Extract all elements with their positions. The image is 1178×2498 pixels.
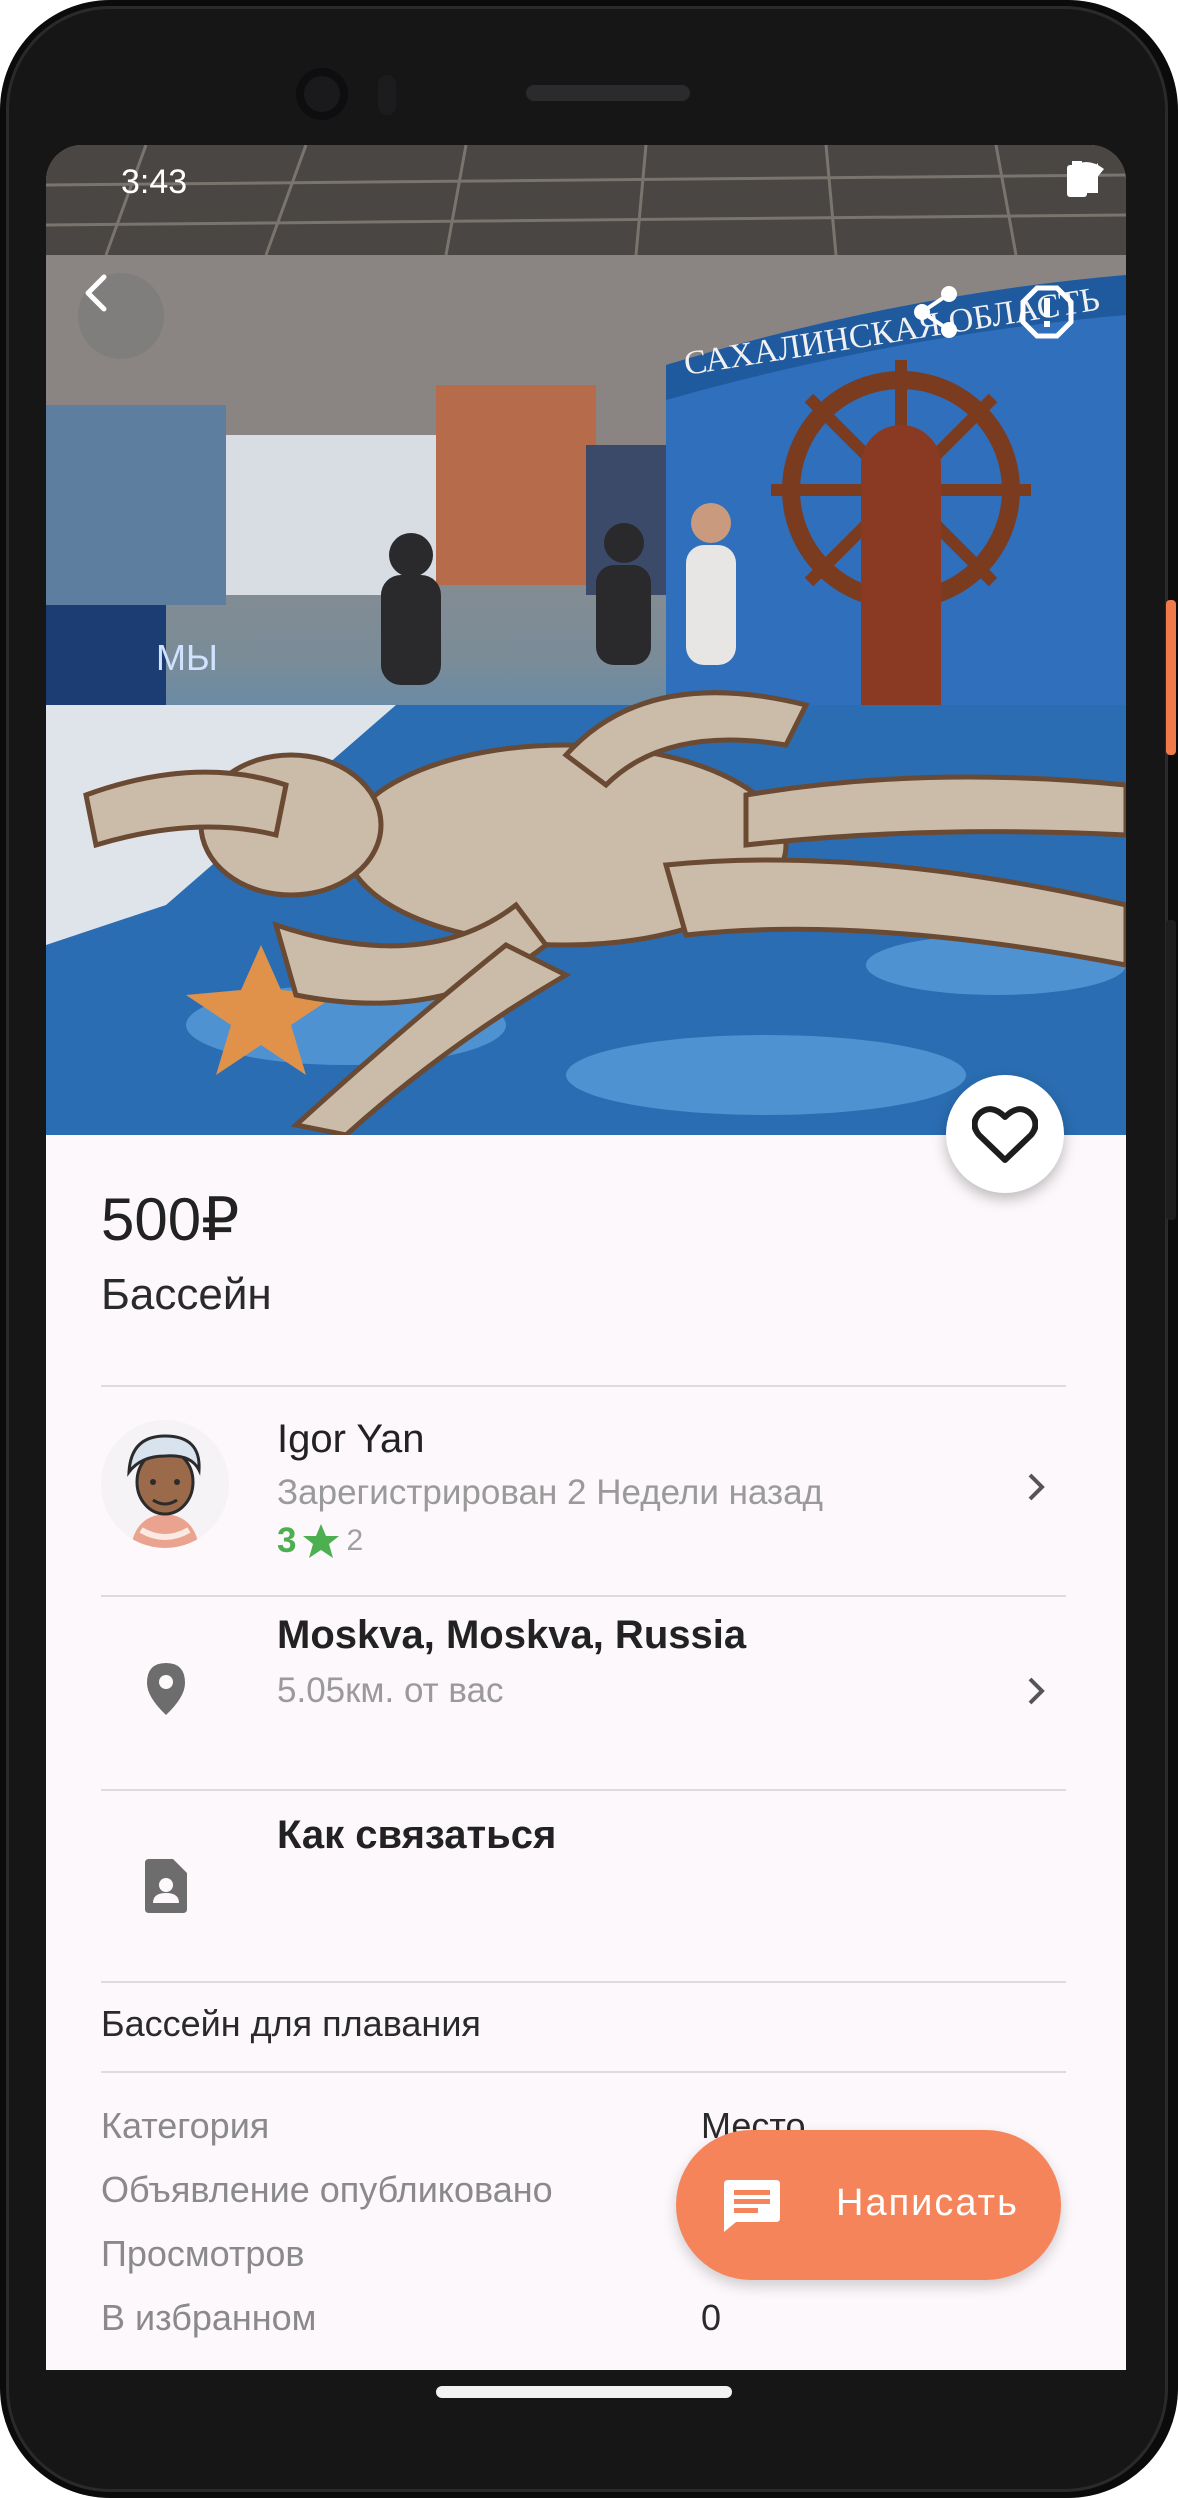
contact-label: Как связаться: [277, 1813, 557, 1857]
back-button[interactable]: [78, 273, 164, 359]
property-name: Объявление опубликовано: [101, 2169, 553, 2210]
status-bar: 3:43: [46, 145, 1126, 215]
volume-button: [1166, 920, 1176, 1220]
seller-row[interactable]: Igor Yan Зарегистрирован 2 Недели назад …: [101, 1385, 1066, 1595]
seller-name: Igor Yan: [277, 1417, 425, 1461]
chevron-right-icon: [1028, 1677, 1045, 1705]
location-pin-icon: [147, 1663, 185, 1715]
listing-description: Бассейн для плавания: [101, 2003, 481, 2044]
contact-row[interactable]: Как связаться: [101, 1791, 1066, 1981]
write-button-label: Написать: [836, 2182, 1019, 2224]
battery-icon: [1067, 161, 1087, 197]
home-indicator[interactable]: [436, 2386, 732, 2398]
favorite-button[interactable]: [946, 1075, 1064, 1193]
phone-frame: САХАЛИНСКАЯ ОБЛАСТЬ МЫ 3:43 500₽ Бассейн…: [0, 0, 1178, 2498]
message-icon: [724, 2180, 780, 2232]
listing-title: Бассейн: [101, 1270, 272, 1319]
chevron-right-icon: [1028, 1473, 1045, 1501]
property-value: 0: [701, 2297, 722, 2338]
property-name: В избранном: [101, 2297, 317, 2338]
earpiece-speaker: [526, 85, 690, 101]
location-distance: 5.05км. от вас: [277, 1671, 504, 1710]
rating-count: 2: [346, 1524, 364, 1557]
star-icon: [303, 1524, 340, 1558]
rating-value: 3: [277, 1521, 297, 1560]
photo-stand-text: МЫ: [156, 637, 218, 678]
front-camera: [296, 68, 348, 120]
avatar: [101, 1420, 229, 1548]
app-screen: САХАЛИНСКАЯ ОБЛАСТЬ МЫ 3:43 500₽ Бассейн…: [46, 145, 1126, 2370]
property-name: Просмотров: [101, 2233, 305, 2274]
location-city: Moskva, Moskva, Russia: [277, 1613, 747, 1657]
write-message-button[interactable]: Написать: [676, 2130, 1061, 2280]
divider: [101, 2071, 1066, 2073]
avatar-illustration: [101, 1420, 229, 1548]
report-button[interactable]: [1020, 285, 1080, 345]
seller-rating: 3 2: [277, 1521, 363, 1561]
listing-photo[interactable]: САХАЛИНСКАЯ ОБЛАСТЬ МЫ 3:43: [46, 145, 1126, 1135]
contact-card-icon: [145, 1859, 187, 1913]
share-icon: [914, 286, 957, 338]
proximity-sensor: [378, 75, 396, 115]
power-button: [1166, 600, 1176, 755]
report-icon: [1020, 285, 1074, 339]
location-row[interactable]: Moskva, Moskva, Russia 5.05км. от вас: [101, 1597, 1066, 1789]
back-arrow-icon: [85, 274, 107, 312]
heart-icon: [972, 1106, 1038, 1163]
divider: [101, 1981, 1066, 1983]
status-time: 3:43: [121, 163, 188, 201]
property-name: Категория: [101, 2105, 270, 2146]
seller-registered: Зарегистрирован 2 Недели назад: [277, 1473, 823, 1512]
listing-price: 500₽: [101, 1186, 240, 1253]
share-button[interactable]: [911, 285, 971, 345]
